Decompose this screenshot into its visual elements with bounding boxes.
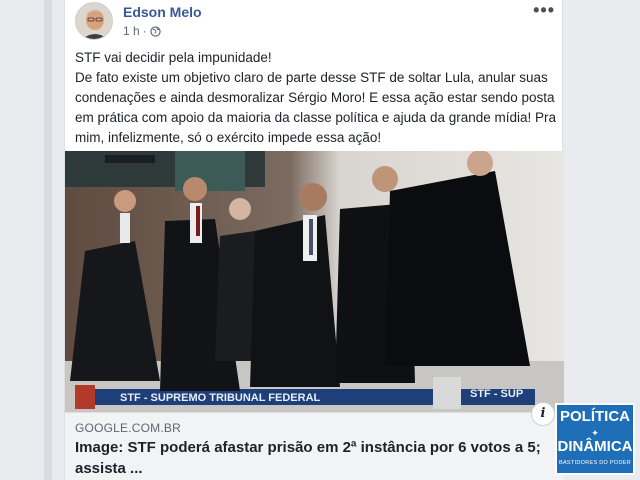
banner-text: STF - SUPREMO TRIBUNAL FEDERAL bbox=[120, 392, 321, 404]
post-card: Edson Melo 1 h · ••• STF vai decidir pel… bbox=[64, 0, 564, 480]
logo-tagline: BASTIDORES DO PODER bbox=[558, 460, 632, 466]
post-meta: 1 h · bbox=[123, 24, 161, 38]
link-domain: GOOGLE.COM.BR bbox=[75, 421, 181, 435]
info-icon[interactable]: i bbox=[531, 402, 555, 426]
more-options-icon[interactable]: ••• bbox=[533, 0, 555, 21]
author-name[interactable]: Edson Melo bbox=[123, 4, 202, 20]
avatar[interactable] bbox=[75, 2, 113, 40]
post-header: Edson Melo 1 h · ••• bbox=[75, 0, 555, 42]
left-divider bbox=[44, 0, 52, 480]
post-text: STF vai decidir pela impunidade! De fato… bbox=[75, 48, 557, 148]
logo-line2: DINÂMICA bbox=[557, 438, 633, 455]
ministers-photo: STF - SUPREMO TRIBUNAL FEDERAL STF - SUP bbox=[65, 151, 564, 412]
post-text-body: STF vai decidir pela impunidade! De fato… bbox=[75, 50, 557, 145]
meta-separator: · bbox=[142, 24, 147, 38]
post-photo[interactable]: STF - SUPREMO TRIBUNAL FEDERAL STF - SUP bbox=[65, 151, 564, 412]
left-background bbox=[0, 0, 64, 480]
globe-icon bbox=[150, 25, 161, 37]
link-title[interactable]: Image: STF poderá afastar prisão em 2ª i… bbox=[75, 437, 545, 479]
logo-line1: POLÍTICA bbox=[560, 408, 630, 425]
avatar-photo bbox=[76, 3, 112, 39]
watermark-logo: POLÍTICA ✦ DINÂMICA BASTIDORES DO PODER bbox=[555, 403, 635, 475]
banner-text-right: STF - SUP bbox=[470, 388, 523, 400]
link-preview[interactable]: GOOGLE.COM.BR Image: STF poderá afastar … bbox=[65, 412, 564, 480]
post-time[interactable]: 1 h bbox=[123, 24, 140, 38]
